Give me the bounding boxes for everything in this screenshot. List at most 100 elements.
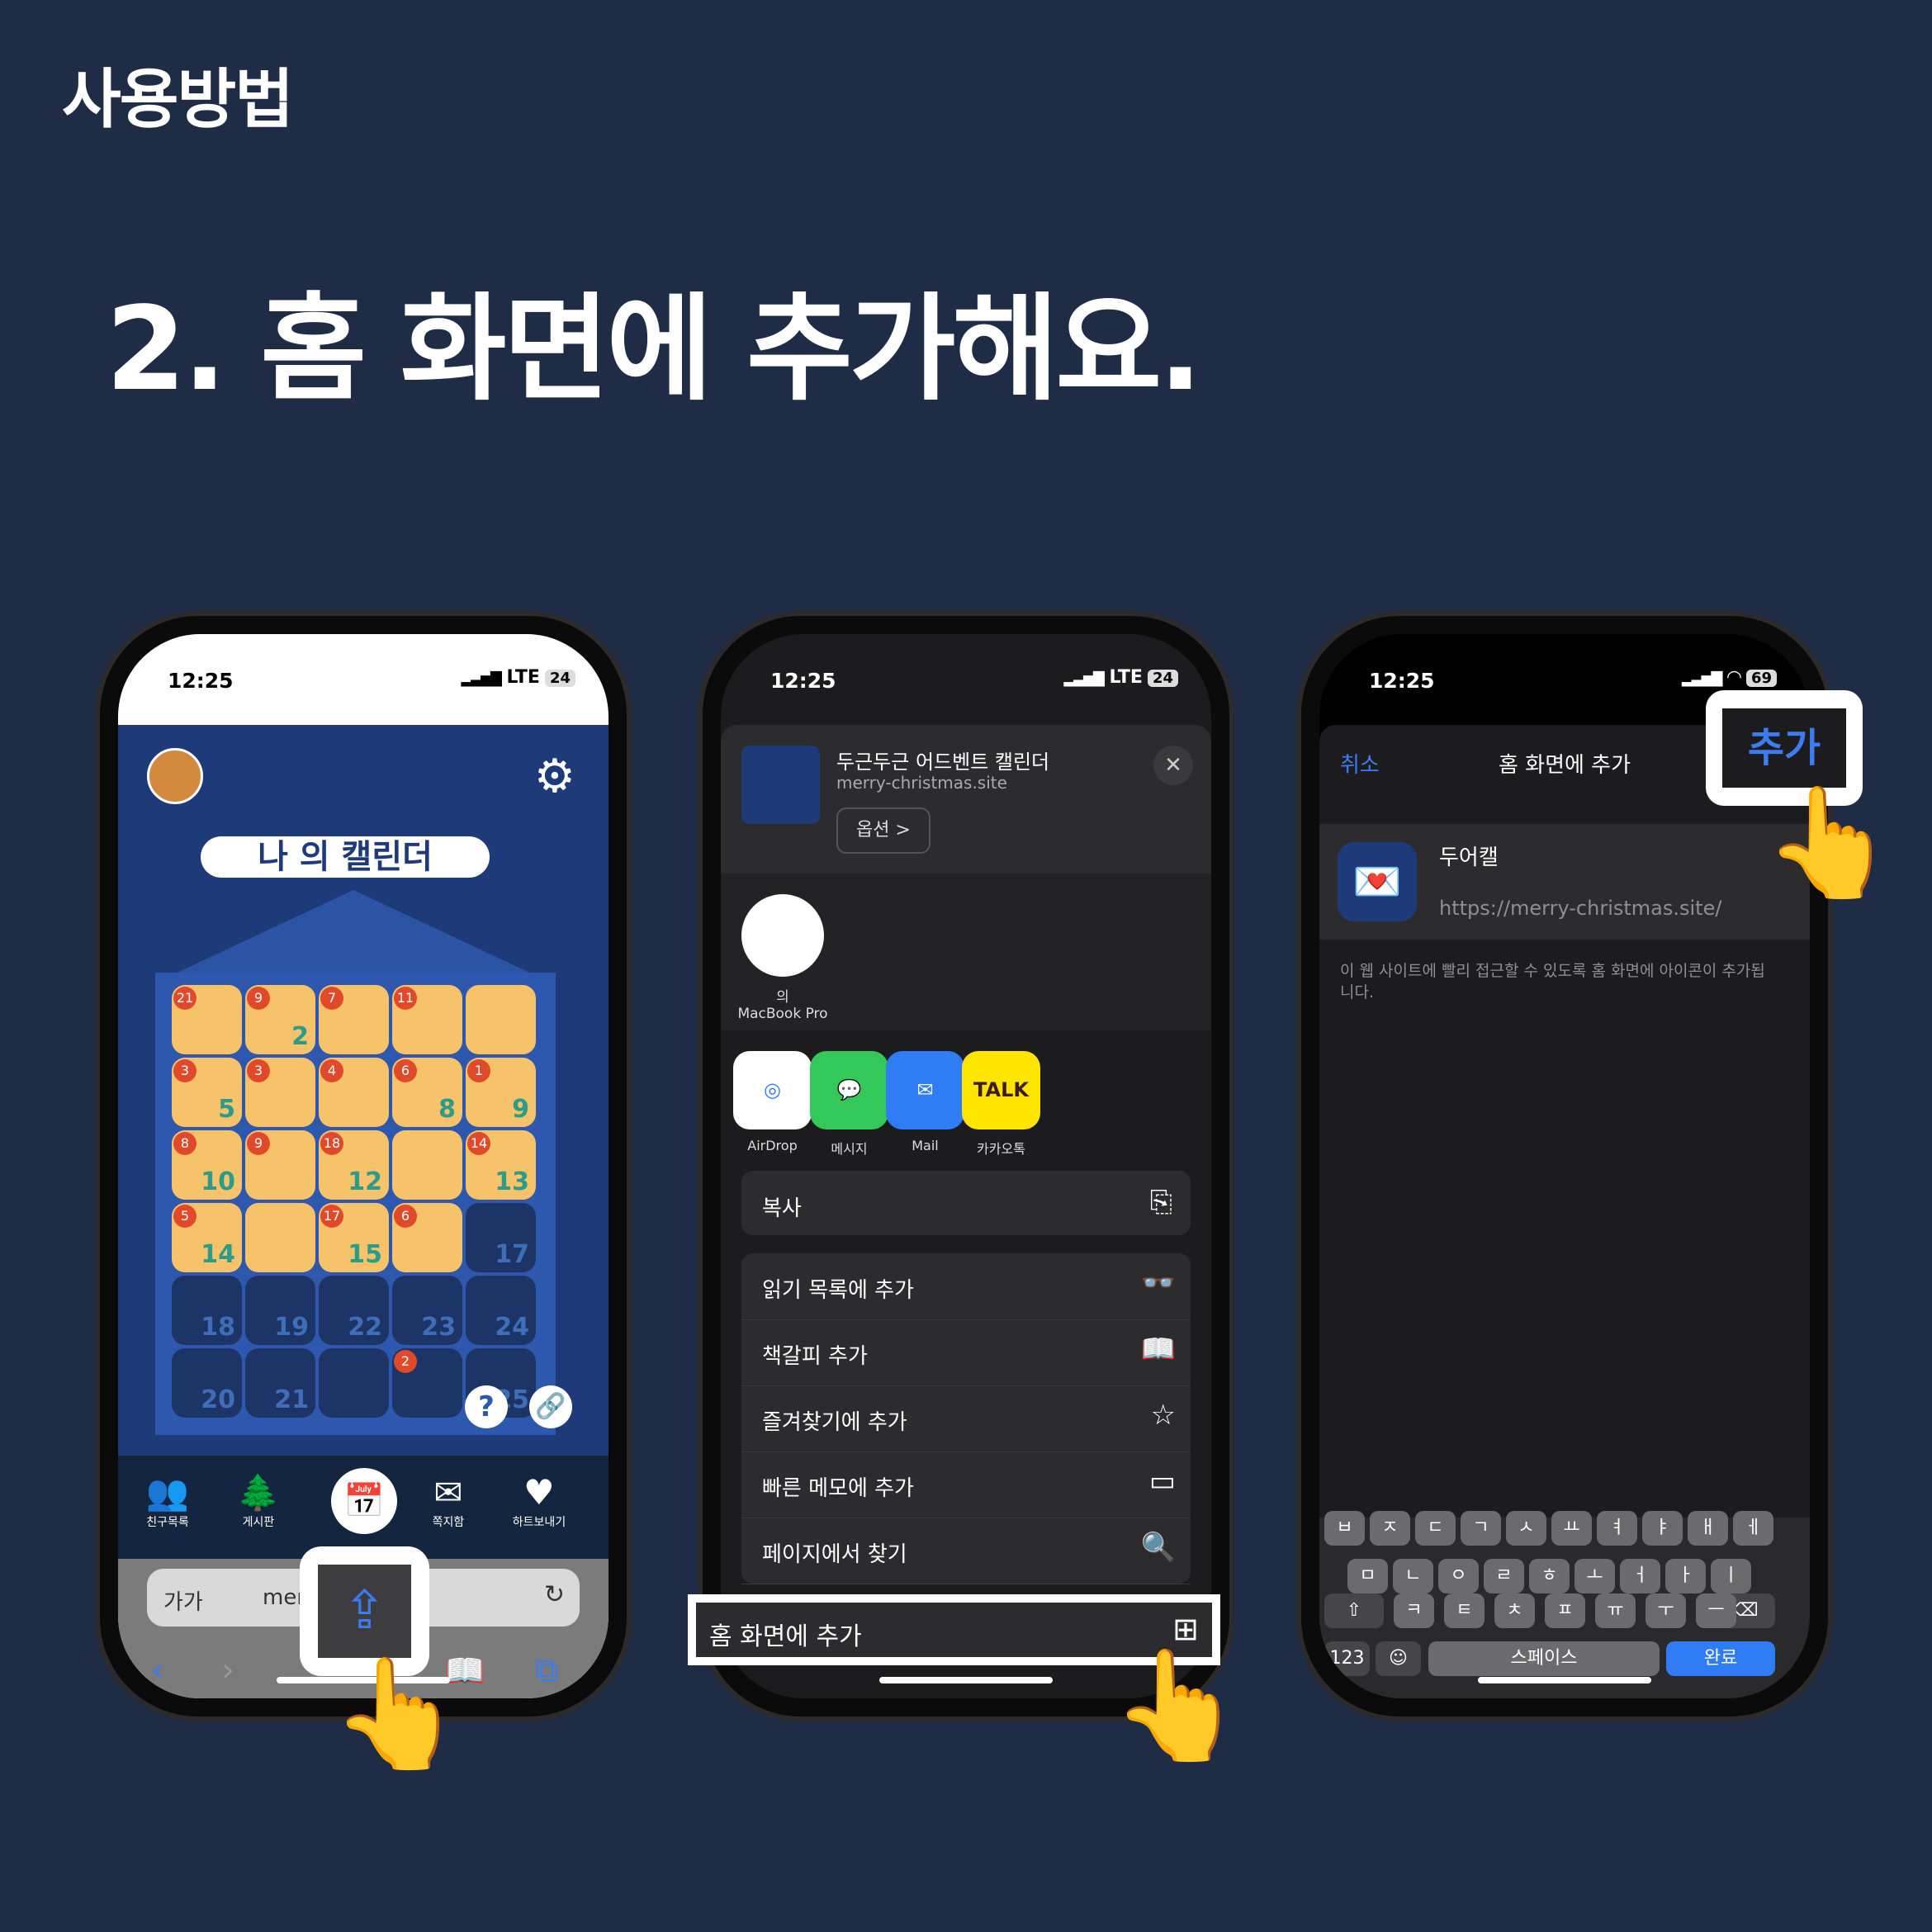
action-quick-note[interactable]: 빠른 메모에 추가 ▭ (741, 1451, 1191, 1518)
keyboard-key[interactable]: ㅡ (1696, 1593, 1736, 1628)
tabs-icon[interactable]: ⧉ (535, 1651, 559, 1689)
calendar-day-cell[interactable]: 68 (392, 1058, 462, 1127)
home-indicator (1478, 1677, 1651, 1683)
keyboard-key[interactable]: ㅊ (1494, 1593, 1535, 1628)
laptop-icon[interactable] (741, 894, 824, 977)
options-button[interactable]: 옵션 > (836, 807, 930, 854)
share-icon[interactable]: ⇪ (318, 1565, 411, 1658)
keyboard-key[interactable]: ㅓ (1620, 1559, 1660, 1593)
reload-icon[interactable]: ↻ (544, 1580, 565, 1609)
keyboard-key[interactable]: ㅈ (1370, 1511, 1410, 1546)
calendar-day-cell[interactable]: 17 15 (319, 1203, 389, 1272)
calendar-day-cell[interactable]: 21 (172, 985, 242, 1054)
keyboard-key[interactable]: ㅂ (1324, 1511, 1365, 1546)
gear-icon[interactable]: ⚙ (534, 750, 575, 803)
calendar-day-cell[interactable]: 23 (392, 1276, 462, 1345)
keyboard-key[interactable]: ㄱ (1461, 1511, 1501, 1546)
calendar-day-cell[interactable]: 11 (392, 985, 462, 1054)
calendar-day-cell[interactable]: 7 (319, 985, 389, 1054)
shift-icon[interactable]: ⇧ (1324, 1593, 1384, 1628)
copy-action[interactable]: 복사 ⎘ (741, 1171, 1191, 1235)
add-button[interactable]: 추가 (1722, 708, 1846, 788)
calendar-day-cell[interactable]: 4 (319, 1058, 389, 1127)
keyboard-key[interactable]: ㅌ (1444, 1593, 1485, 1628)
calendar-day-cell[interactable]: 5 14 (172, 1203, 242, 1272)
day-number: 10 (201, 1167, 235, 1196)
calendar-day-cell[interactable]: 6 (392, 1203, 462, 1272)
calendar-day-cell[interactable]: 14 13 (466, 1130, 536, 1200)
keyboard-key[interactable]: ㅇ (1438, 1559, 1479, 1593)
action-reading-list[interactable]: 읽기 목록에 추가 👓 (741, 1253, 1191, 1320)
help-button[interactable]: ? (465, 1385, 508, 1428)
keyboard-key[interactable]: ㅜ (1646, 1593, 1686, 1628)
calendar-day-cell[interactable]: 22 (319, 1276, 389, 1345)
emoji-icon[interactable]: ☺ (1376, 1641, 1421, 1676)
app-name-field[interactable]: 두어캘 (1439, 841, 1499, 871)
keyboard-key[interactable]: ㅍ (1545, 1593, 1585, 1628)
envelope-icon: ✉ (433, 1472, 463, 1513)
key-123[interactable]: 123 (1324, 1641, 1370, 1676)
keyboard-key[interactable]: ㅑ (1642, 1511, 1683, 1546)
keyboard-key[interactable]: ㅁ (1347, 1559, 1388, 1593)
calendar-day-cell[interactable]: 2 (392, 1348, 462, 1418)
text-size-button[interactable]: 가가 (163, 1585, 203, 1616)
keyboard-key[interactable]: ㅗ (1574, 1559, 1615, 1593)
calendar-day-cell[interactable]: 20 (172, 1348, 242, 1418)
link-icon[interactable]: 🔗 (529, 1385, 572, 1428)
calendar-day-cell[interactable]: 18 12 (319, 1130, 389, 1200)
calendar-day-cell[interactable]: 21 (245, 1348, 315, 1418)
calendar-day-cell[interactable] (245, 1203, 315, 1272)
house-roof (159, 890, 547, 981)
app-messages[interactable]: 💬 메시지 (810, 1051, 888, 1158)
keyboard-key[interactable]: ㅠ (1595, 1593, 1636, 1628)
app-kakaotalk[interactable]: TALK 카카오톡 (962, 1051, 1040, 1158)
keyboard-key[interactable]: ㅎ (1529, 1559, 1570, 1593)
share-title: 두근두근 어드벤트 캘린더 (836, 751, 1050, 774)
calendar-icon[interactable]: 📅 (331, 1468, 397, 1534)
calendar-day-cell[interactable] (319, 1348, 389, 1418)
calendar-day-cell[interactable]: 19 (245, 1276, 315, 1345)
back-icon[interactable]: ‹ (151, 1651, 164, 1689)
keyboard-key[interactable]: ㅣ (1711, 1559, 1751, 1593)
keyboard-key[interactable]: ㄴ (1393, 1559, 1433, 1593)
action-find-in-page[interactable]: 페이지에서 찾기 🔍 (741, 1518, 1191, 1584)
keyboard-key[interactable]: ㅅ (1506, 1511, 1546, 1546)
keyboard-key[interactable]: ㅋ (1394, 1593, 1434, 1628)
tab-send-heart[interactable]: ♥ 하트보내기 (502, 1472, 576, 1530)
calendar-day-cell[interactable] (466, 985, 536, 1054)
tab-messages[interactable]: ✉ 쪽지함 (411, 1472, 485, 1530)
keyboard-key[interactable]: ㅛ (1551, 1511, 1592, 1546)
action-bookmark[interactable]: 책갈피 추가 📖 (741, 1319, 1191, 1386)
calendar-day-cell[interactable] (392, 1130, 462, 1200)
calendar-day-cell[interactable]: 92 (245, 985, 315, 1054)
pointing-hand-icon: 👆 (1110, 1642, 1244, 1768)
key-done[interactable]: 완료 (1666, 1641, 1775, 1676)
message-count-badge: 3 (247, 1059, 270, 1082)
calendar-day-cell[interactable]: 18 (172, 1276, 242, 1345)
calendar-day-cell[interactable]: 17 (466, 1203, 536, 1272)
tab-board[interactable]: 🌲 게시판 (221, 1472, 296, 1530)
small-title: 사용방법 (62, 63, 294, 137)
keyboard-key[interactable]: ㅐ (1688, 1511, 1728, 1546)
calendar-day-cell[interactable]: 35 (172, 1058, 242, 1127)
app-mail[interactable]: ✉ Mail (886, 1051, 964, 1153)
close-icon[interactable]: ✕ (1153, 746, 1193, 785)
key-space[interactable]: 스페이스 (1428, 1641, 1660, 1676)
calendar-day-cell[interactable]: 8 10 (172, 1130, 242, 1200)
keyboard-key[interactable]: ㅔ (1733, 1511, 1773, 1546)
forward-icon[interactable]: › (221, 1651, 234, 1689)
app-airdrop[interactable]: ◎ AirDrop (733, 1051, 812, 1153)
calendar-day-cell[interactable]: 24 (466, 1276, 536, 1345)
message-count-badge: 6 (394, 1205, 417, 1228)
calendar-day-cell[interactable]: 19 (466, 1058, 536, 1127)
calendar-day-cell[interactable]: 9 (245, 1130, 315, 1200)
calendar-day-cell[interactable]: 3 (245, 1058, 315, 1127)
day-number: 23 (421, 1313, 456, 1342)
avatar[interactable] (147, 748, 203, 804)
action-favorites[interactable]: 즐겨찾기에 추가 ☆ (741, 1385, 1191, 1452)
keyboard-key[interactable]: ㄹ (1484, 1559, 1524, 1593)
keyboard-key[interactable]: ㄷ (1415, 1511, 1456, 1546)
keyboard-key[interactable]: ㅏ (1665, 1559, 1706, 1593)
tab-friends[interactable]: 👥 친구목록 (130, 1472, 205, 1530)
keyboard-key[interactable]: ㅕ (1597, 1511, 1637, 1546)
